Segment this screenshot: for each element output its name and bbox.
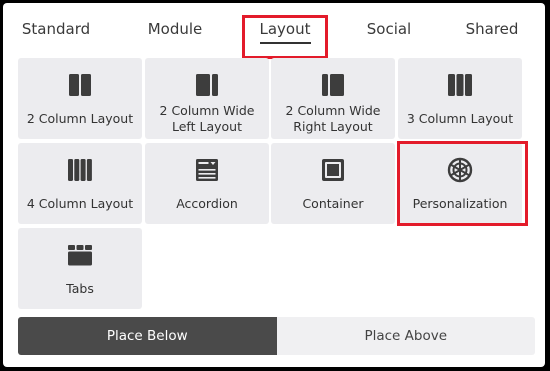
tile-label: Accordion (176, 196, 238, 211)
tile-label: Tabs (66, 281, 94, 296)
container-icon (321, 157, 345, 183)
tab-standard[interactable]: Standard (9, 3, 103, 55)
tab-module[interactable]: Module (131, 3, 219, 55)
four-column-icon (66, 157, 94, 183)
two-column-wide-right-icon (320, 72, 346, 98)
personalization-icon (447, 157, 473, 183)
tile-label: Container (302, 196, 364, 211)
tabs-icon (67, 242, 93, 268)
category-tabs: Standard Module Layout Social Shared (3, 3, 545, 55)
tile-3-column-layout[interactable]: 3 Column Layout (398, 58, 522, 139)
accordion-icon (195, 157, 219, 183)
tile-label: 2 Column Wide Left Layout (159, 103, 255, 134)
tile-4-column-layout[interactable]: 4 Column Layout (18, 143, 142, 224)
tile-personalization[interactable]: Personalization (398, 143, 522, 224)
tile-2-column-layout[interactable]: 2 Column Layout (18, 58, 142, 139)
three-column-icon (446, 72, 474, 98)
tile-accordion[interactable]: Accordion (145, 143, 269, 224)
two-column-wide-left-icon (194, 72, 220, 98)
tab-standard-label: Standard (21, 20, 91, 38)
tile-label: 4 Column Layout (26, 196, 134, 211)
tab-shared-label: Shared (465, 20, 519, 38)
tab-shared[interactable]: Shared (451, 3, 533, 55)
place-above-button[interactable]: Place Above (276, 317, 535, 355)
tile-label: Personalization (412, 196, 508, 211)
tab-layout-label: Layout (259, 20, 311, 44)
tile-2-column-wide-left-layout[interactable]: 2 Column Wide Left Layout (145, 58, 269, 139)
tile-label: 2 Column Wide Right Layout (285, 103, 381, 134)
tile-tabs[interactable]: Tabs (18, 228, 142, 309)
place-below-button[interactable]: Place Below (18, 317, 277, 355)
tab-module-label: Module (147, 20, 203, 38)
tile-container[interactable]: Container (271, 143, 395, 224)
tile-label: 2 Column Layout (26, 111, 134, 126)
tile-2-column-wide-right-layout[interactable]: 2 Column Wide Right Layout (271, 58, 395, 139)
tab-social-label: Social (366, 20, 412, 38)
tab-layout[interactable]: Layout (245, 3, 325, 55)
tab-social[interactable]: Social (349, 3, 429, 55)
element-picker-panel: Standard Module Layout Social Shared 2 C… (3, 3, 545, 367)
placement-toggle: Place Below Place Above (18, 317, 535, 355)
tile-label: 3 Column Layout (406, 111, 514, 126)
two-column-icon (67, 72, 93, 98)
